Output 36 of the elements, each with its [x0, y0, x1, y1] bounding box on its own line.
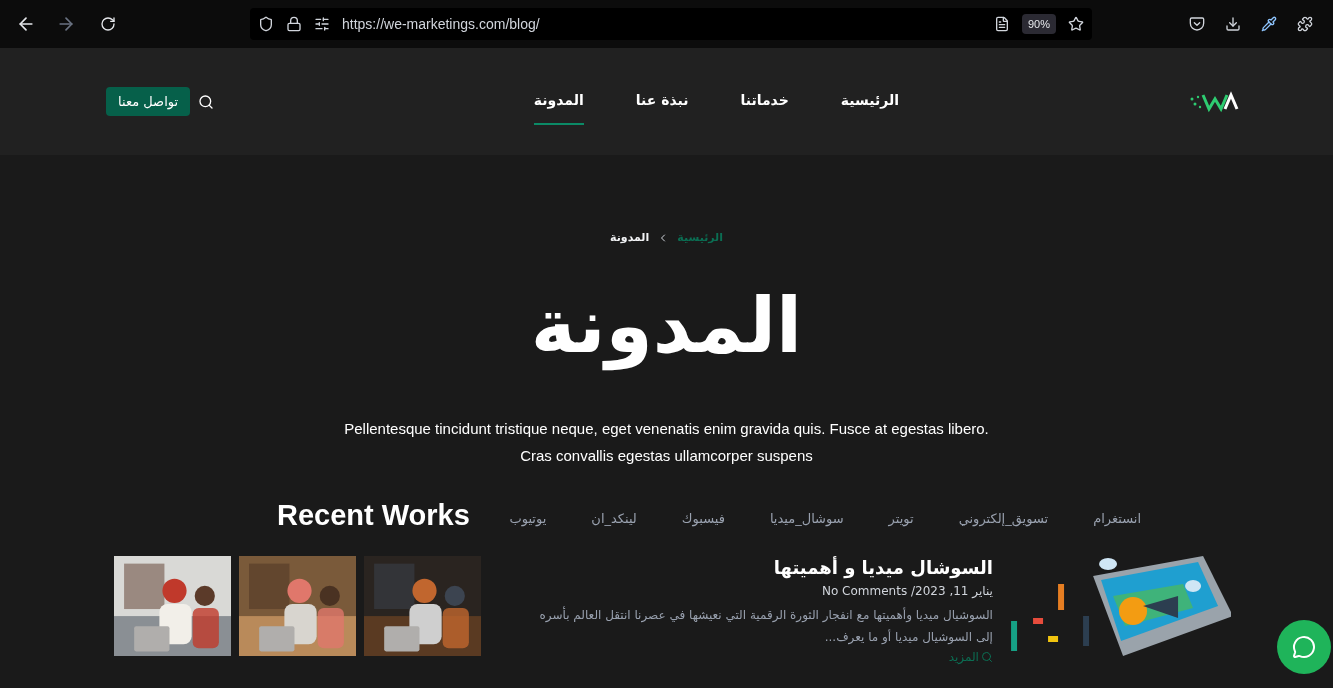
- tag-link[interactable]: يوتيوب: [509, 508, 547, 528]
- nav-link[interactable]: الرئيسية: [840, 78, 899, 125]
- post-title[interactable]: السوشال ميديا و أهميتها: [521, 556, 993, 580]
- reload-icon[interactable]: [100, 16, 116, 32]
- pipette-icon[interactable]: [1261, 16, 1277, 32]
- chat-icon: [1292, 635, 1316, 659]
- nav-link[interactable]: نبذة عنا: [635, 78, 689, 125]
- tag-link[interactable]: انستغرام: [1093, 508, 1141, 528]
- chat-button[interactable]: [1277, 620, 1331, 674]
- tag-link[interactable]: سوشال_ميديا: [769, 508, 844, 528]
- download-icon[interactable]: [1225, 16, 1241, 32]
- tag-link[interactable]: فيسبوك: [681, 508, 725, 528]
- url-text[interactable]: https://we-marketings.com/blog/: [342, 14, 982, 34]
- search-icon[interactable]: [198, 93, 215, 110]
- reader-view-icon[interactable]: [993, 16, 1010, 32]
- shield-icon[interactable]: [258, 16, 274, 32]
- pocket-icon[interactable]: [1189, 16, 1205, 32]
- address-bar[interactable]: https://we-marketings.com/blog/ 90%: [250, 8, 1092, 40]
- contact-button[interactable]: تواصل معنا: [106, 87, 191, 116]
- section-title: Recent Works: [276, 500, 471, 530]
- page-title: المدونة: [530, 280, 803, 373]
- hero-description: Pellentesque tincidunt tristique neque, eget venenatis enim gravida quis. Fusce at egestas libero. Cras convallis egestas ullamcorper suspens: [343, 418, 990, 466]
- nav-link[interactable]: خدماتنا: [740, 78, 789, 125]
- bookmark-star-icon[interactable]: [1068, 16, 1084, 32]
- permissions-icon[interactable]: [314, 16, 330, 32]
- zoom-badge[interactable]: 90%: [1021, 13, 1056, 35]
- breadcrumb-current: المدونة: [610, 230, 650, 246]
- extensions-icon[interactable]: [1297, 16, 1313, 32]
- tag-link[interactable]: تسويق_إلكتروني: [958, 508, 1049, 528]
- lock-icon[interactable]: [286, 16, 302, 32]
- tag-link[interactable]: تويتر: [888, 508, 914, 528]
- post-meta: يناير 11, 2023/ No Comments: [820, 583, 993, 600]
- search-icon: [980, 651, 993, 663]
- post-excerpt: السوشيال ميديا وأهميتها مع انفجار الثورة الرقمية التي نعيشها في عصرنا انتقل العالم بأسره إلى السوشيال ميديا أو ما يعرف...: [538, 605, 993, 647]
- tag-link[interactable]: لينكد_ان: [591, 508, 637, 528]
- nav-link[interactable]: المدونة: [533, 78, 584, 125]
